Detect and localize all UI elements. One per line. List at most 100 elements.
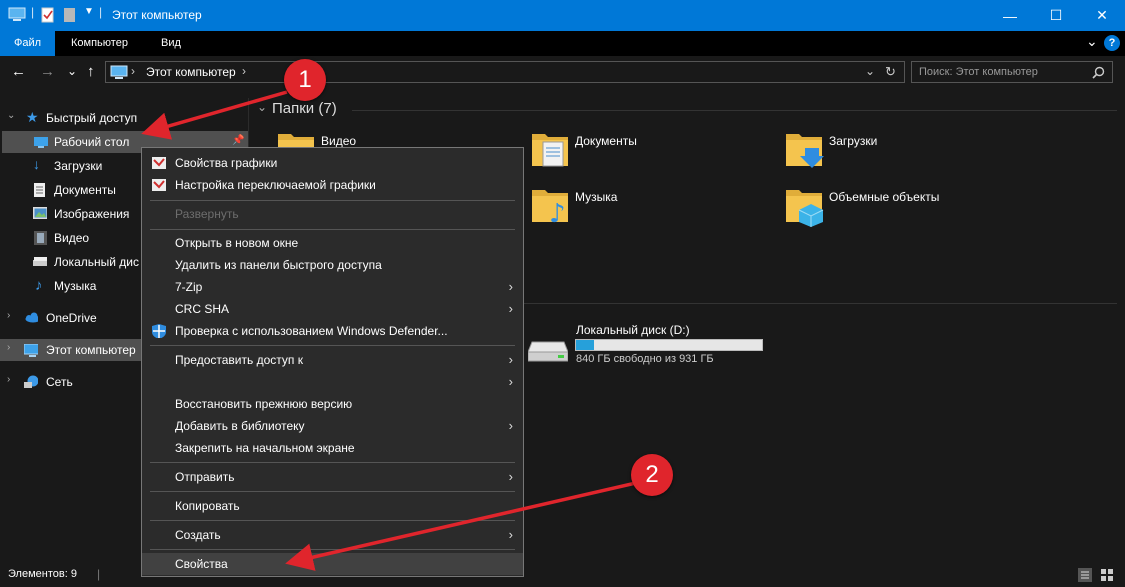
- address-dropdown-icon[interactable]: ⌄: [865, 64, 875, 78]
- menu-item-pin-to-start[interactable]: Закрепить на начальном экране: [142, 437, 523, 459]
- folder-label: Загрузки: [829, 134, 878, 148]
- menu-item-graphics-properties[interactable]: Свойства графики: [142, 152, 523, 174]
- folder-music[interactable]: ♪ Музыка: [531, 184, 731, 234]
- submenu-arrow-icon: ›: [508, 374, 513, 389]
- menu-item-restore-previous[interactable]: Восстановить прежнюю версию: [142, 393, 523, 415]
- address-chevron-icon[interactable]: ›: [242, 64, 246, 78]
- menu-item-crc-sha[interactable]: CRC SHA ›: [142, 298, 523, 320]
- folder-downloads-icon: [786, 134, 824, 168]
- collapse-group-icon[interactable]: ⌄: [257, 100, 267, 114]
- maximize-button[interactable]: ☐: [1033, 0, 1079, 31]
- menu-separator: [150, 520, 515, 521]
- menu-separator: [150, 229, 515, 230]
- sidebar-item-label: Загрузки: [54, 159, 103, 173]
- title-bar: | ▼ | Этот компьютер — ☐ ✕: [0, 0, 1125, 31]
- windows-defender-shield-icon: [152, 324, 166, 338]
- qa-separator: |: [99, 5, 103, 19]
- details-view-icon[interactable]: [1078, 568, 1092, 582]
- ribbon-tabs: Файл Компьютер Вид ⌄ ?: [0, 31, 1125, 56]
- menu-item-add-to-library[interactable]: Добавить в библиотеку ›: [142, 415, 523, 437]
- folder-documents[interactable]: Документы: [531, 128, 731, 178]
- tab-view[interactable]: Вид: [147, 31, 195, 56]
- pin-icon[interactable]: 📌: [232, 135, 244, 146]
- expand-chevron-icon[interactable]: ›: [7, 374, 10, 385]
- folder-label: Объемные объекты: [829, 190, 940, 204]
- section-divider: [352, 110, 1117, 111]
- up-button[interactable]: ↑: [87, 63, 95, 80]
- refresh-icon[interactable]: ↻: [885, 64, 896, 80]
- menu-item-defender-scan[interactable]: Проверка с использованием Windows Defend…: [142, 320, 523, 342]
- download-arrow-icon: ↓: [33, 156, 40, 172]
- cloud-icon: [25, 312, 38, 323]
- menu-item-open-new-window[interactable]: Открыть в новом окне: [142, 232, 523, 254]
- intel-graphics-icon: [152, 157, 166, 169]
- sidebar-item-quick-access[interactable]: ⌄ ★ Быстрый доступ: [0, 107, 248, 129]
- menu-item-unpin-quick-access[interactable]: Удалить из панели быстрого доступа: [142, 254, 523, 276]
- search-input[interactable]: [912, 62, 1087, 82]
- search-box[interactable]: [911, 61, 1113, 83]
- address-path[interactable]: Этот компьютер: [146, 65, 236, 79]
- annotation-badge-2: 2: [631, 454, 673, 496]
- menu-item-expand: Развернуть: [175, 207, 239, 221]
- menu-item-switchable-graphics[interactable]: Настройка переключаемой графики: [142, 174, 523, 196]
- submenu-arrow-icon: ›: [508, 527, 513, 542]
- sidebar-item-label: Музыка: [54, 279, 97, 293]
- address-bar[interactable]: › Этот компьютер › ⌄ ↻: [105, 61, 905, 83]
- properties-icon[interactable]: [41, 7, 55, 23]
- minimize-button[interactable]: —: [987, 0, 1033, 31]
- drive-icon: [33, 257, 47, 266]
- expand-chevron-icon[interactable]: ›: [7, 310, 10, 321]
- svg-text:♪: ♪: [549, 199, 566, 226]
- expand-chevron-icon[interactable]: ⌄: [7, 110, 15, 121]
- annotation-badge-1: 1: [284, 59, 326, 101]
- document-icon: [34, 183, 45, 197]
- search-icon[interactable]: [1092, 66, 1105, 79]
- menu-item-new[interactable]: Создать ›: [142, 524, 523, 546]
- network-icon: [24, 375, 38, 388]
- help-icon[interactable]: ?: [1104, 35, 1120, 51]
- recent-locations-button[interactable]: ⌄: [67, 64, 77, 78]
- computer-icon: [24, 344, 38, 357]
- sidebar-item-label: Этот компьютер: [46, 343, 136, 357]
- drive-usage-bar: [575, 339, 763, 351]
- menu-item-copy[interactable]: Копировать: [142, 495, 523, 517]
- forward-button[interactable]: →: [40, 63, 55, 80]
- folder-downloads[interactable]: Загрузки: [785, 128, 985, 178]
- pictures-icon: [33, 207, 47, 219]
- desktop-icon: [34, 137, 48, 148]
- menu-item-7zip[interactable]: 7-Zip ›: [142, 276, 523, 298]
- back-button[interactable]: ←: [11, 63, 26, 80]
- music-note-icon: ♪: [35, 277, 43, 294]
- sidebar-item-label: OneDrive: [46, 311, 97, 325]
- sidebar-item-label: Быстрый доступ: [46, 111, 138, 125]
- new-folder-icon[interactable]: [63, 7, 77, 23]
- large-icons-view-icon[interactable]: [1100, 568, 1114, 582]
- submenu-arrow-icon: ›: [508, 352, 513, 367]
- window-title: Этот компьютер: [112, 8, 202, 22]
- customize-qa-icon[interactable]: ▼: [84, 6, 94, 17]
- expand-chevron-icon[interactable]: ›: [7, 342, 10, 353]
- drive-usage-fill: [576, 340, 594, 350]
- computer-icon: [8, 7, 26, 21]
- folder-3d-objects[interactable]: Объемные объекты: [785, 184, 985, 234]
- star-icon: ★: [26, 109, 39, 125]
- submenu-arrow-icon: ›: [508, 279, 513, 294]
- menu-separator: [150, 491, 515, 492]
- qa-separator: |: [31, 5, 35, 19]
- menu-item-give-access[interactable]: Предоставить доступ к ›: [142, 349, 523, 371]
- menu-item-send-to[interactable]: Отправить ›: [142, 466, 523, 488]
- menu-separator: [150, 462, 515, 463]
- menu-item-blank-submenu[interactable]: ›: [142, 371, 523, 393]
- folders-section-header[interactable]: Папки (7): [272, 100, 337, 117]
- close-button[interactable]: ✕: [1079, 0, 1125, 31]
- address-chevron-icon[interactable]: ›: [131, 64, 135, 78]
- tab-computer[interactable]: Компьютер: [57, 31, 142, 56]
- drive-name: Локальный диск (D:): [576, 323, 690, 337]
- status-separator: |: [97, 567, 101, 581]
- ribbon-collapse-icon[interactable]: ⌄: [1086, 33, 1098, 50]
- section-divider: [524, 303, 1117, 304]
- drive-free-space: 840 ГБ свободно из 931 ГБ: [576, 353, 714, 365]
- tab-file[interactable]: Файл: [0, 31, 56, 56]
- folder-music-icon: ♪: [532, 190, 568, 226]
- menu-item-properties[interactable]: Свойства: [142, 553, 523, 575]
